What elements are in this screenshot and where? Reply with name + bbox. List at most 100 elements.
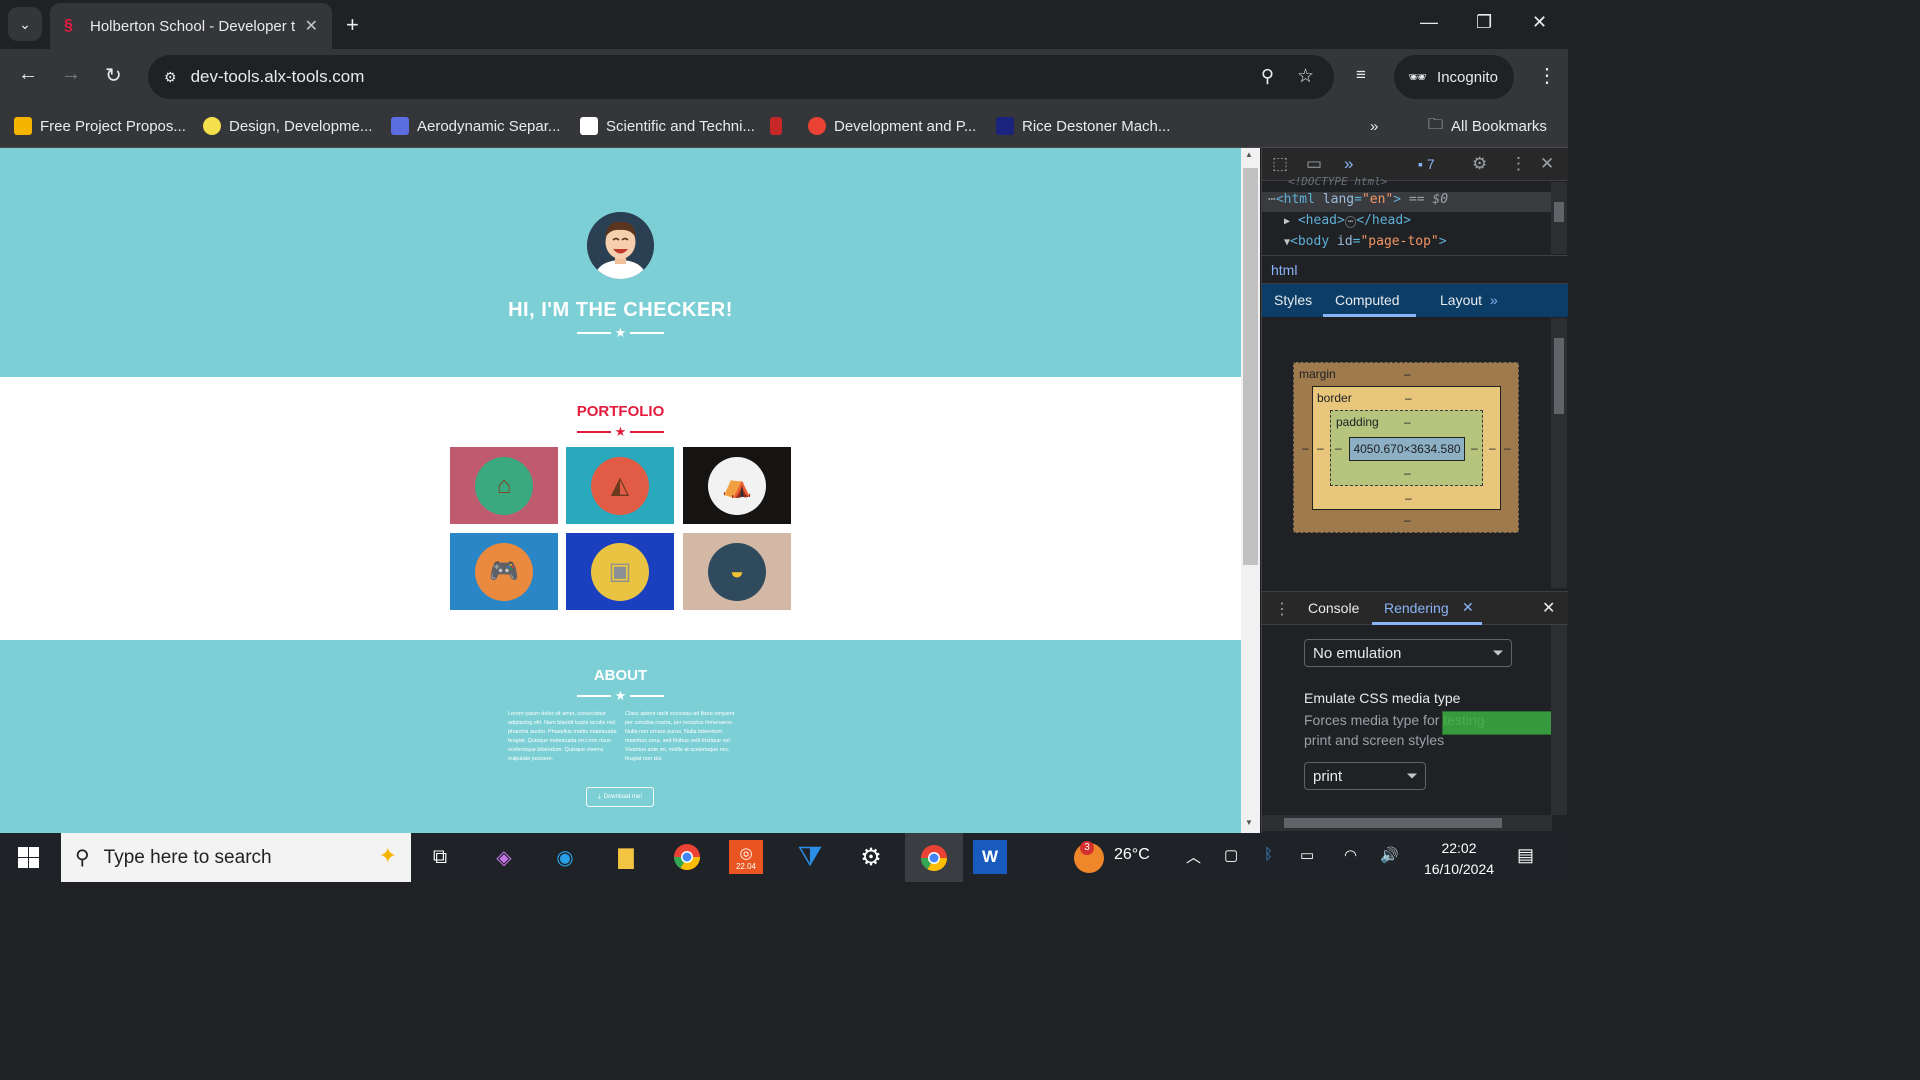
battery-icon[interactable]: ▭ [1300,846,1314,864]
portfolio-item-cake[interactable]: ◭ [566,447,674,524]
bookmark-item[interactable]: Free Project Propos... [14,113,186,139]
bookmark-item[interactable]: Development and P... [808,113,976,139]
all-bookmarks-button[interactable]: 🗀 All Bookmarks [1428,113,1547,139]
tab-console[interactable]: Console [1308,600,1359,616]
clock[interactable]: 22:02 16/10/2024 [1419,838,1499,880]
device-toolbar-icon[interactable]: ▭ [1306,154,1322,174]
page-scrollbar[interactable]: ▲ ▼ [1241,148,1260,833]
scroll-up-icon[interactable]: ▲ [1245,150,1253,159]
reload-icon[interactable]: ↻ [105,63,122,88]
rendering-v-scrollbar[interactable] [1551,625,1567,815]
rendering-h-scrollbar[interactable] [1262,815,1552,831]
star-icon: ★ [614,325,627,340]
notifications-icon[interactable]: ▤ [1517,845,1534,866]
page-viewport: HI, I'M THE CHECKER! ★ PORTFOLIO ★ ⌂ ◭ ⛺… [0,148,1241,833]
settings-gear-icon[interactable]: ⚙ [1472,154,1487,174]
address-bar[interactable]: ⚙ dev-tools.alx-tools.com ⚲ ☆ [148,55,1334,99]
taskbar-search[interactable]: ⚲ Type here to search ✦ [61,833,411,882]
new-tab-button[interactable]: + [346,12,359,38]
back-icon[interactable]: ← [18,63,38,86]
task-view-icon[interactable]: ⧉ [420,839,460,875]
camera-tray-icon[interactable]: ▢ [1224,846,1238,864]
windows-start-icon[interactable] [18,847,39,873]
settings-icon[interactable]: ⚙ [851,839,891,875]
portfolio-item-cabin[interactable]: ⌂ [450,447,558,524]
caret-down-icon [1407,773,1417,779]
tab-active[interactable]: § Holberton School - Developer t ✕ [50,3,332,49]
issues-badge[interactable]: ▪ 7 [1418,156,1435,172]
tab-computed[interactable]: Computed [1335,292,1400,308]
dom-node-html[interactable]: ⋯<html lang="en"> == $0 [1262,192,1552,212]
bookmark-item[interactable]: Aerodynamic Separ... [391,113,560,139]
forward-icon[interactable]: → [61,63,81,86]
bookmark-item[interactable]: Design, Developme... [203,113,372,139]
tab-layout[interactable]: Layout [1440,292,1482,308]
border-left-value: – [1317,441,1324,455]
chrome-incognito-app-icon[interactable] [905,833,963,882]
bookmark-favicon-icon [996,117,1014,135]
portfolio-item-submarine[interactable]: ◒ [683,533,791,610]
tray-expand-icon[interactable]: ︿ [1186,846,1201,867]
about-title: ABOUT [593,667,648,684]
volume-icon[interactable]: 🔊 [1380,846,1399,864]
scrollbar-thumb[interactable] [1243,168,1258,565]
chrome-app-icon[interactable] [667,839,707,875]
bluetooth-icon[interactable]: ᛒ [1264,846,1273,863]
copilot-app-icon[interactable]: ◈ [484,839,524,875]
bookmarks-bar: Free Project Propos... Design, Developme… [0,105,1568,148]
drawer-menu-icon[interactable]: ⋮ [1274,599,1290,619]
wifi-icon[interactable]: ◠ [1344,846,1357,864]
bookmark-item[interactable]: Scientific and Techni... [580,113,755,139]
more-tabs-icon[interactable]: » [1490,292,1498,308]
bookmark-star-icon[interactable]: ☆ [1297,65,1314,88]
vscode-icon[interactable]: ⧩ [790,839,830,875]
portfolio-item-circus[interactable]: ⛺ [683,447,791,524]
devtools-menu-icon[interactable]: ⋮ [1510,154,1527,174]
browser-menu-icon[interactable]: ⋮ [1537,63,1557,88]
weather-temperature[interactable]: 26°C [1114,846,1150,864]
dom-node-body[interactable]: ▼<body id="page-top"> [1284,234,1447,249]
tab-search-button[interactable]: ⌄ [8,7,42,41]
close-devtools-icon[interactable]: ✕ [1540,154,1554,174]
computed-scrollbar[interactable] [1551,318,1567,588]
minimize-button[interactable]: — [1420,12,1438,33]
media-type-select[interactable]: print [1304,762,1426,790]
file-explorer-icon[interactable]: ▇ [606,839,646,875]
cabin-icon: ⌂ [475,456,533,515]
restore-button[interactable]: ❐ [1476,12,1492,33]
close-drawer-icon[interactable]: ✕ [1542,598,1555,618]
overlay-widget [1442,711,1560,735]
dom-scrollbar[interactable] [1551,182,1567,254]
emulation-select-value: No emulation [1313,644,1402,662]
bookmark-item[interactable] [770,113,790,139]
site-info-icon[interactable]: ⚙ [164,69,177,86]
incognito-badge[interactable]: 🕶 Incognito [1394,55,1514,99]
more-bookmarks-icon[interactable]: » [1370,113,1378,139]
download-button[interactable]: ⤓ Download me! [586,787,654,807]
url-text[interactable]: dev-tools.alx-tools.com [191,67,365,87]
close-tab-icon[interactable]: ✕ [305,16,318,36]
emulation-select[interactable]: No emulation [1304,639,1512,667]
weather-badge: 3 [1080,841,1094,855]
dom-node-head[interactable]: ▶ <head> ⋯ </head> [1284,213,1411,228]
bookmark-item[interactable]: Rice Destoner Mach... [996,113,1170,139]
scroll-down-icon[interactable]: ▼ [1245,818,1253,827]
tab-rendering[interactable]: Rendering [1384,600,1449,616]
close-rendering-tab-icon[interactable]: ✕ [1462,599,1474,616]
box-model-content[interactable]: 4050.670×3634.580 [1349,437,1465,461]
tab-styles[interactable]: Styles [1274,292,1312,308]
more-panels-icon[interactable]: » [1344,154,1353,174]
ubuntu-terminal-icon[interactable]: ◎ 22.04 [729,840,763,874]
edge-browser-icon[interactable]: ◉ [545,839,585,875]
breadcrumb-html[interactable]: html [1271,262,1297,278]
media-controls-icon[interactable]: ≡ [1356,65,1366,85]
margin-top-value: – [1404,367,1411,381]
portfolio-item-safe[interactable]: ▣ [566,533,674,610]
clock-time: 22:02 [1441,840,1477,856]
close-window-button[interactable]: ✕ [1532,12,1547,33]
portfolio-item-game[interactable]: 🎮 [450,533,558,610]
word-app-icon[interactable]: W [973,840,1007,874]
zoom-icon[interactable]: ⚲ [1261,66,1274,87]
bookmark-label: Development and P... [834,117,977,135]
inspect-element-icon[interactable]: ⬚ [1272,154,1288,174]
